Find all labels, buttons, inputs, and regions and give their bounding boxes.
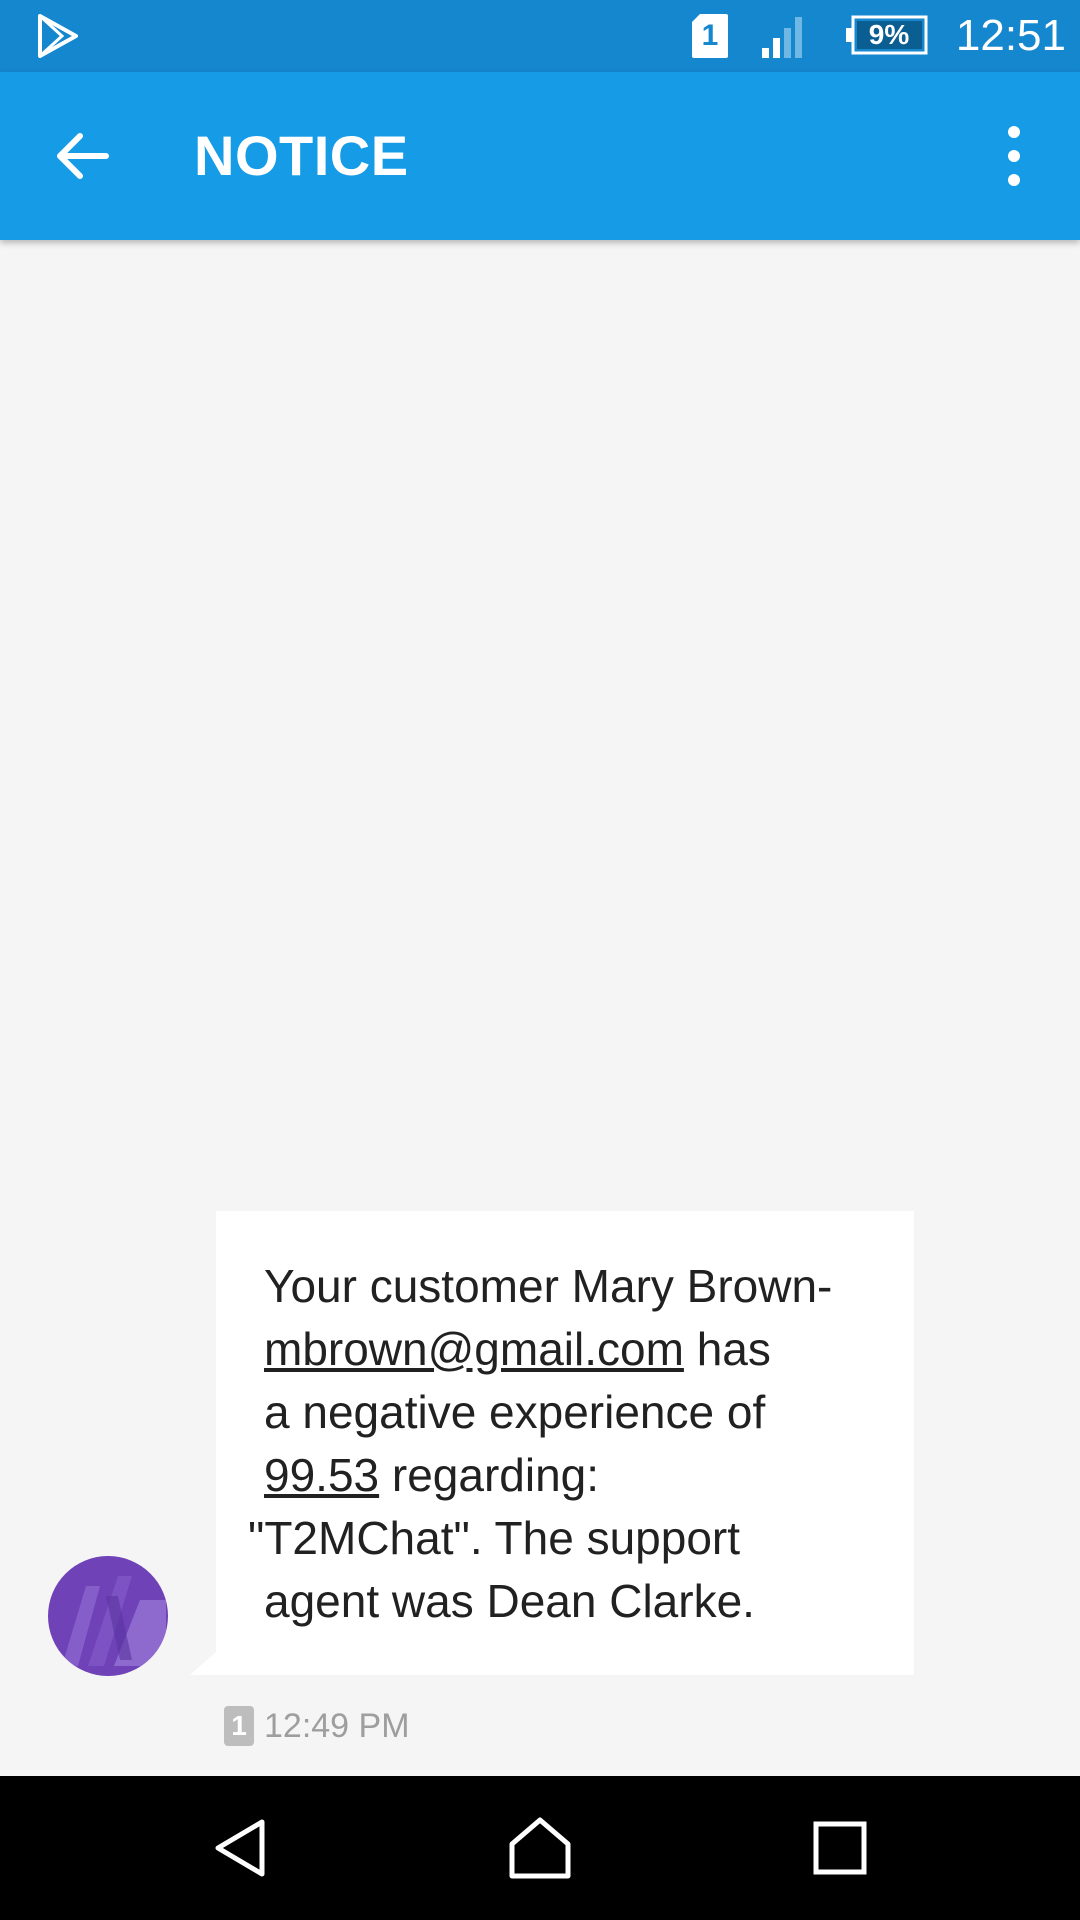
number-link[interactable]: 99.53 [264, 1449, 379, 1501]
bubble-tail [190, 1650, 218, 1675]
avatar[interactable] [48, 1556, 168, 1676]
nav-home-icon [509, 1817, 571, 1879]
message-line: 99.53 regarding: [264, 1449, 600, 1501]
message-timestamp: 12:49 PM [264, 1707, 410, 1745]
status-bar: 1 9% 12:51 [0, 0, 1080, 72]
sim-slot-number: 1 [701, 19, 719, 52]
app-bar: NOTICE [0, 72, 1080, 240]
sim-badge-icon: 1 [224, 1706, 254, 1746]
arrow-back-icon [57, 133, 109, 179]
nav-home-button[interactable] [504, 1812, 576, 1884]
contact-avatar-icon [48, 1556, 168, 1676]
nav-back-button[interactable] [206, 1812, 278, 1884]
navigation-bar [0, 1776, 1080, 1920]
back-button[interactable] [40, 116, 130, 196]
more-vert-icon [1008, 126, 1020, 186]
message-line: "T2MChat". The support [248, 1512, 741, 1564]
play-store-icon [38, 14, 78, 58]
nav-recents-icon [813, 1821, 867, 1875]
page-title: NOTICE [194, 124, 409, 187]
message-line: Your customer Mary Brown- [264, 1260, 833, 1312]
message-line: agent was Dean Clarke. [264, 1575, 755, 1627]
message-line: a negative experience of [264, 1386, 766, 1438]
message-bubble[interactable]: Your customer Mary Brown- mbrown@gmail.c… [216, 1211, 914, 1675]
more-options-button[interactable] [990, 116, 1038, 196]
email-link[interactable]: mbrown@gmail.com [264, 1323, 684, 1375]
nav-recents-button[interactable] [804, 1812, 876, 1884]
message-line: mbrown@gmail.com has [264, 1323, 771, 1375]
nav-back-icon [215, 1819, 265, 1877]
message-text: Your customer Mary Brown- mbrown@gmail.c… [248, 1255, 884, 1633]
battery-percent: 9% [868, 19, 910, 50]
sim-card-icon: 1 [690, 12, 730, 60]
signal-icon [762, 17, 802, 58]
status-clock: 12:51 [955, 11, 1066, 60]
battery-icon: 9% [846, 15, 928, 55]
